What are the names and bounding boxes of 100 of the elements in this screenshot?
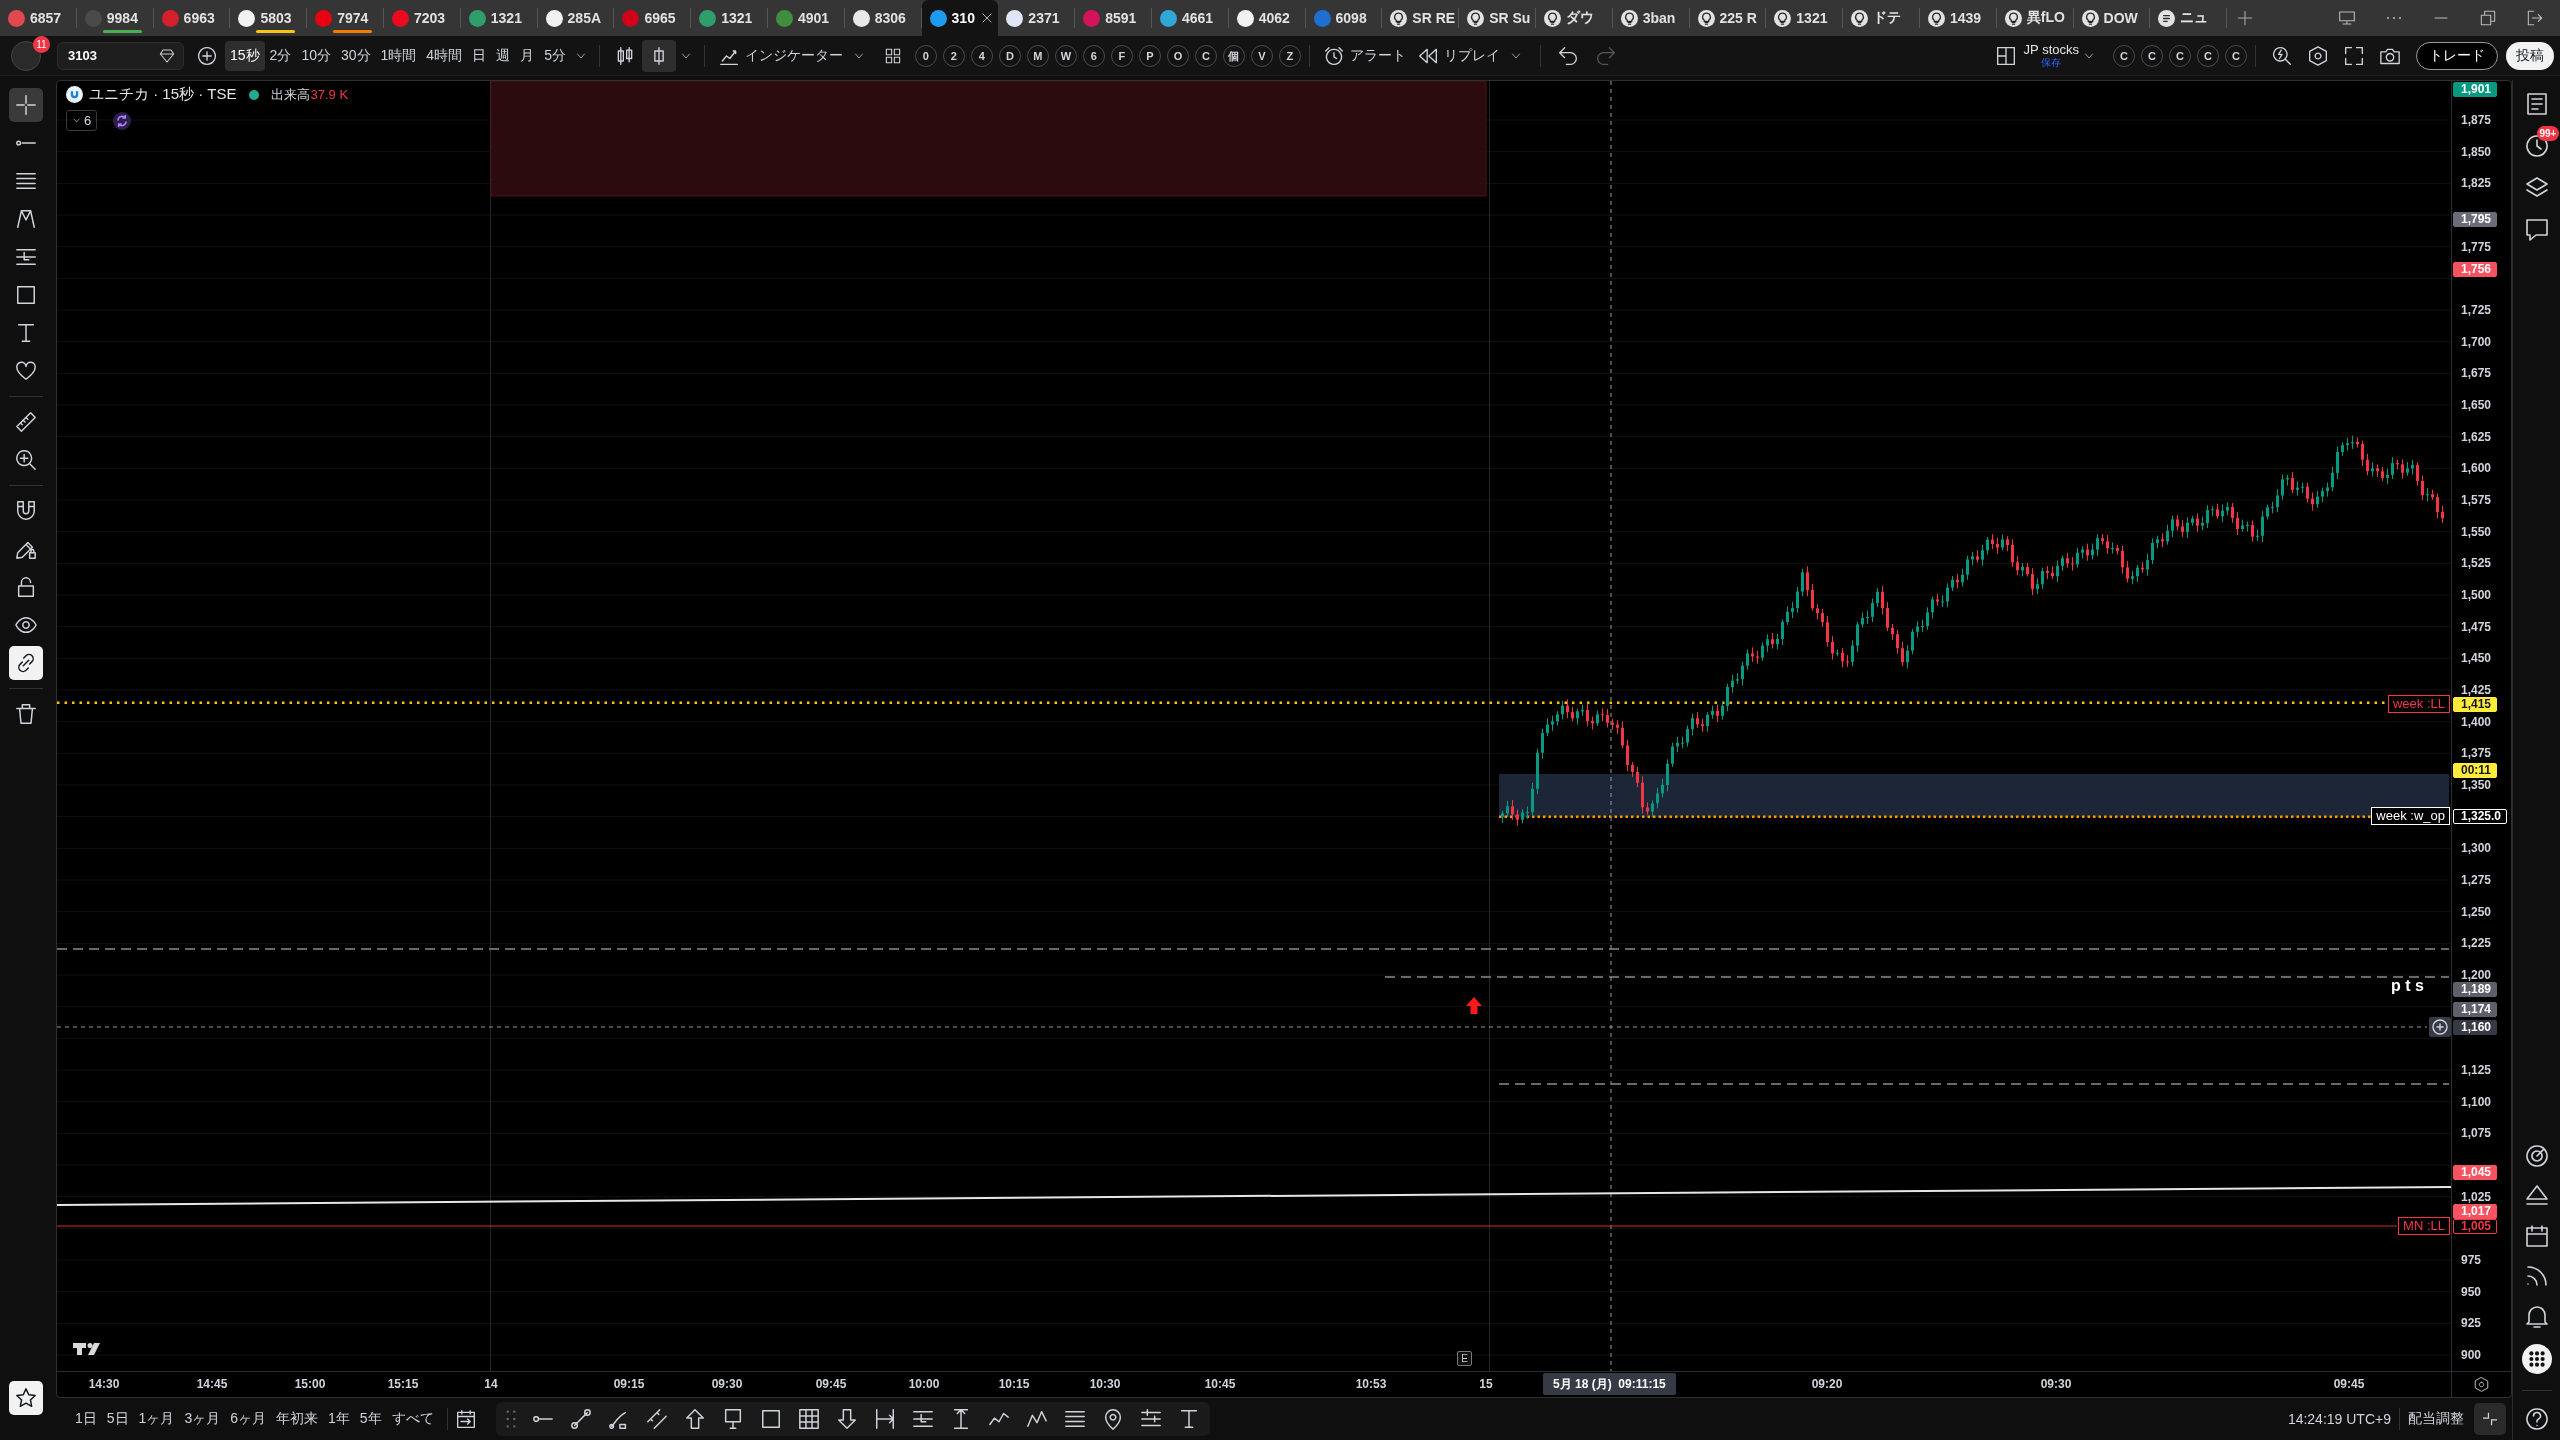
- interval-button[interactable]: 10分: [296, 40, 336, 71]
- arrow-up-icon[interactable]: [683, 1408, 706, 1430]
- ruled-lines-icon[interactable]: [911, 1408, 934, 1430]
- ray-icon[interactable]: [531, 1416, 554, 1422]
- trash-icon: [15, 703, 37, 725]
- price-label: 1,075: [2461, 1127, 2492, 1140]
- target-icon[interactable]: [2524, 1144, 2549, 1168]
- plus-circle-icon[interactable]: [2429, 1017, 2451, 1037]
- lightbulb-icon: [1697, 9, 1715, 27]
- monitor-icon[interactable]: [2339, 10, 2355, 26]
- range-button[interactable]: 年初来: [271, 1405, 323, 1433]
- time-label: 09:45: [815, 1377, 847, 1391]
- layout-menu[interactable]: JP stocks 保存: [2023, 42, 2079, 69]
- interval-button[interactable]: 30分: [335, 40, 376, 71]
- price-label: 1,375: [2461, 747, 2492, 760]
- symbol-field[interactable]: 3103: [57, 41, 184, 70]
- settings-icon[interactable]: [2474, 1377, 2489, 1392]
- volume-value: 37.9 K: [310, 87, 349, 102]
- more-icon[interactable]: [2386, 16, 2402, 20]
- chart-style-button[interactable]: [641, 39, 676, 72]
- interval-button[interactable]: 2分: [264, 40, 297, 71]
- range-button[interactable]: 1年: [323, 1405, 355, 1433]
- eject-icon[interactable]: [2524, 1184, 2549, 1208]
- logo-icon: [66, 86, 83, 103]
- feed-icon[interactable]: [2524, 1264, 2549, 1288]
- publish-button[interactable]: 投稿: [2506, 41, 2554, 70]
- wave-icon[interactable]: [1025, 1408, 1048, 1430]
- adjustment-button[interactable]: 配当調整: [2408, 1410, 2464, 1428]
- favorites-button[interactable]: [9, 1381, 43, 1415]
- time-label: 09:20: [1811, 1377, 1843, 1391]
- calendar-icon[interactable]: [2524, 1224, 2549, 1248]
- table-icon[interactable]: [797, 1408, 820, 1430]
- time-label: 09:15: [613, 1377, 645, 1391]
- toggle-button[interactable]: [9, 646, 43, 680]
- interval-button[interactable]: 月: [515, 40, 540, 71]
- price-label: 1,275: [2461, 874, 2492, 886]
- exit-icon[interactable]: [2527, 10, 2543, 26]
- parallel-lines-icon[interactable]: [645, 1408, 668, 1430]
- range-button[interactable]: 1日: [70, 1405, 102, 1433]
- list-icon[interactable]: [2524, 92, 2549, 116]
- undo-icon[interactable]: [1557, 45, 1578, 66]
- price-label: 900: [2461, 1349, 2482, 1361]
- apps-icon[interactable]: [2521, 1344, 2552, 1374]
- arrow-down-icon[interactable]: [835, 1408, 858, 1430]
- fullscreen-icon[interactable]: [2344, 45, 2364, 66]
- range-button[interactable]: 6ヶ月: [225, 1405, 271, 1433]
- interval-button[interactable]: 15秒: [225, 40, 265, 71]
- time-label: 10:00: [908, 1377, 940, 1391]
- close-icon[interactable]: [981, 12, 994, 24]
- price-label: 1,625: [2461, 430, 2492, 443]
- grid-icon[interactable]: [884, 47, 901, 64]
- alerts-badge: 99+: [2536, 126, 2560, 141]
- indicators-button[interactable]: インジケーター: [712, 39, 875, 72]
- segment-icon[interactable]: [569, 1408, 592, 1430]
- interval-button[interactable]: 1時間: [375, 40, 422, 71]
- minimize-icon[interactable]: [2433, 16, 2449, 20]
- range-button[interactable]: 5日: [101, 1405, 134, 1433]
- chat-icon[interactable]: [2524, 218, 2549, 242]
- interval-button[interactable]: 週: [491, 40, 516, 71]
- alert-button[interactable]: アラート: [1317, 39, 1412, 72]
- trade-button[interactable]: トレード: [2416, 41, 2498, 70]
- bell-icon[interactable]: [2524, 1304, 2549, 1328]
- calendar-arrow-icon[interactable]: [455, 1409, 476, 1429]
- range-button[interactable]: すべて: [386, 1405, 439, 1433]
- time-label: 10:53: [1355, 1377, 1387, 1391]
- price-label: 1,425: [2461, 684, 2492, 696]
- range-button[interactable]: 3ヶ月: [179, 1405, 226, 1433]
- plus-icon[interactable]: [2237, 10, 2254, 26]
- drawing-tool-button[interactable]: [9, 88, 43, 122]
- date-range-icon[interactable]: [873, 1408, 896, 1430]
- diamond-icon[interactable]: [159, 47, 175, 64]
- range-button[interactable]: 5年: [354, 1405, 387, 1433]
- interval-button[interactable]: 5分: [539, 40, 571, 71]
- price-label: 1,125: [2461, 1064, 2492, 1076]
- settings-icon[interactable]: [2308, 45, 2328, 66]
- rectangle-icon[interactable]: [759, 1408, 782, 1430]
- price-label: 1,575: [2461, 494, 2492, 506]
- quick-search-icon[interactable]: [2272, 45, 2292, 66]
- help-icon[interactable]: [2524, 1407, 2549, 1431]
- interval-button[interactable]: 日: [467, 40, 492, 71]
- rectangle-icon: [15, 284, 37, 306]
- layout-icon[interactable]: [1995, 45, 2016, 66]
- range-button[interactable]: 1ヶ月: [133, 1405, 180, 1433]
- lock-icon: [15, 576, 37, 598]
- browser-tab[interactable]: 310: [921, 0, 999, 36]
- event-marker[interactable]: E: [1457, 1351, 1472, 1366]
- logo-mark-icon: [73, 1343, 100, 1355]
- layers-icon[interactable]: [2524, 176, 2549, 200]
- price-tag: 1,415: [2453, 696, 2498, 712]
- redo-icon[interactable]: [1595, 45, 1616, 66]
- price-tag: 1,160: [2453, 1019, 2498, 1035]
- replay-button[interactable]: リプレイ: [1411, 39, 1532, 72]
- restore-icon[interactable]: [2480, 10, 2496, 26]
- interval-button[interactable]: 4時間: [421, 40, 468, 71]
- sync-icon[interactable]: [113, 111, 132, 130]
- indicators-toggle[interactable]: 6: [66, 110, 98, 131]
- grip-icon[interactable]: [505, 1410, 516, 1428]
- price-label: 1,700: [2461, 335, 2492, 348]
- lines-icon[interactable]: [1063, 1408, 1086, 1430]
- collapse-button[interactable]: [2474, 1403, 2506, 1435]
